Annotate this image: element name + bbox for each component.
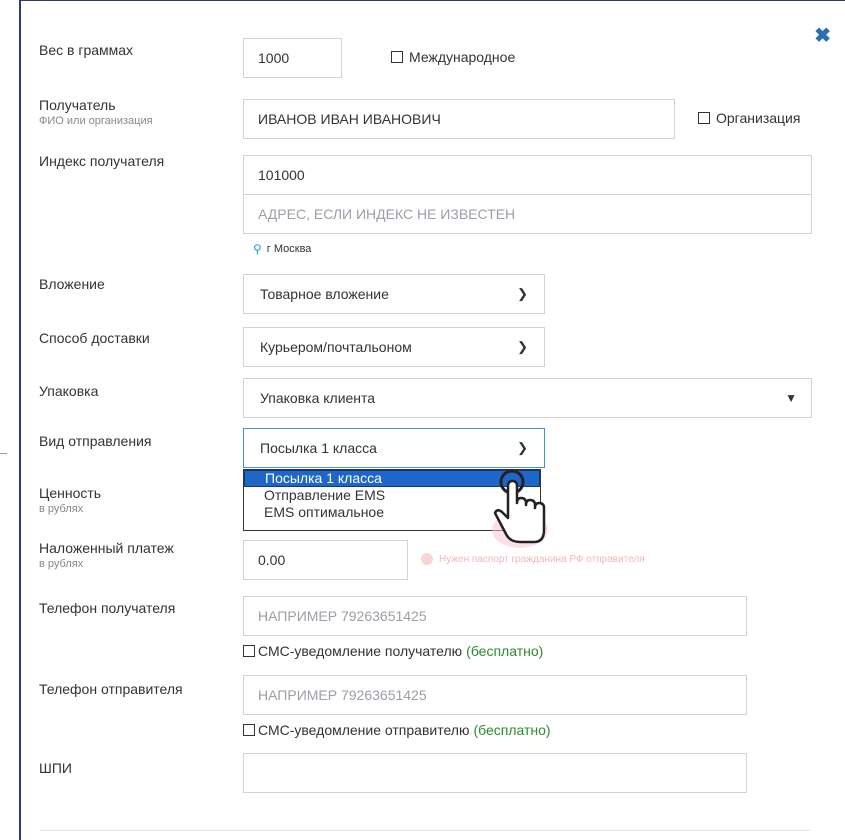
sender-sms-checkbox-box[interactable] [243, 724, 255, 736]
value-label-text: Ценность [39, 485, 102, 501]
value-label: Ценность в рублях [39, 485, 101, 516]
recipient-sublabel: ФИО или организация [39, 115, 153, 127]
sender-phone-label: Телефон отправителя [39, 681, 183, 697]
packaging-select-value: Упаковка клиента [260, 390, 376, 406]
close-icon[interactable]: ✖ [814, 26, 831, 46]
recipient-label-text: Получатель [39, 97, 116, 113]
value-sublabel: в рублях [39, 503, 84, 515]
packaging-select[interactable]: Упаковка клиента ▼ [243, 378, 812, 418]
attachment-label: Вложение [39, 276, 105, 292]
edge-tick [0, 453, 7, 454]
recipient-sms-free: (бесплатно) [466, 643, 544, 659]
city-hint-text: г Москва [266, 243, 312, 255]
organization-checkbox[interactable]: Организация [698, 110, 800, 126]
postcode-input[interactable] [243, 155, 812, 195]
delivery-select[interactable]: Курьером/почтальоном ❯ [243, 327, 545, 367]
recipient-label: Получатель ФИО или организация [39, 97, 153, 128]
weight-label: Вес в граммах [39, 42, 134, 58]
shpi-input[interactable] [243, 753, 747, 793]
packaging-label: Упаковка [39, 383, 99, 399]
recipient-input[interactable] [243, 99, 675, 139]
cod-sublabel: в рублях [39, 558, 84, 570]
sender-sms-checkbox[interactable]: СМС-уведомление отправителю (бесплатно) [243, 722, 551, 738]
recipient-sms-checkbox-box[interactable] [243, 645, 255, 657]
attachment-select[interactable]: Товарное вложение ❯ [243, 274, 545, 314]
sender-phone-input[interactable] [243, 675, 747, 715]
international-checkbox-box[interactable] [391, 51, 403, 63]
recipient-sms-label: СМС-уведомление получателю [258, 643, 463, 659]
attachment-select-value: Товарное вложение [260, 286, 389, 302]
cod-warning-text: Нужен паспорт гражданина РФ отправителя [439, 553, 645, 565]
footer-divider [40, 830, 810, 831]
postcode-label: Индекс получателя [39, 153, 165, 169]
chevron-down-icon: ❯ [517, 286, 528, 301]
international-checkbox[interactable]: Международное [391, 49, 515, 65]
international-label: Международное [409, 49, 516, 65]
hand-pointer-icon [492, 469, 548, 548]
delivery-label: Способ доставки [39, 330, 150, 346]
recipient-phone-input[interactable] [243, 596, 747, 636]
chevron-down-icon: ❯ [517, 339, 528, 354]
cod-warning: Нужен паспорт гражданина РФ отправителя [421, 553, 645, 565]
shpi-label: ШПИ [39, 760, 72, 776]
shipment-type-select-value: Посылка 1 класса [260, 440, 377, 456]
recipient-sms-checkbox[interactable]: СМС-уведомление получателю (бесплатно) [243, 643, 543, 659]
city-hint: ⚲ г Москва [253, 242, 311, 256]
warning-icon [421, 553, 433, 565]
location-pin-icon: ⚲ [253, 242, 262, 256]
weight-input[interactable] [243, 38, 342, 78]
caret-down-icon: ▼ [785, 391, 797, 405]
organization-checkbox-box[interactable] [698, 112, 710, 124]
address-input[interactable] [243, 194, 812, 234]
sender-sms-label: СМС-уведомление отправителю [258, 722, 470, 738]
cod-label: Наложенный платеж в рублях [39, 540, 174, 571]
cod-input[interactable] [243, 540, 408, 580]
recipient-phone-label: Телефон получателя [39, 600, 176, 616]
shipment-type-label: Вид отправления [39, 433, 152, 449]
organization-label: Организация [716, 110, 801, 126]
cod-label-text: Наложенный платеж [39, 540, 174, 556]
sender-sms-free: (бесплатно) [473, 722, 551, 738]
delivery-select-value: Курьером/почтальоном [260, 339, 412, 355]
